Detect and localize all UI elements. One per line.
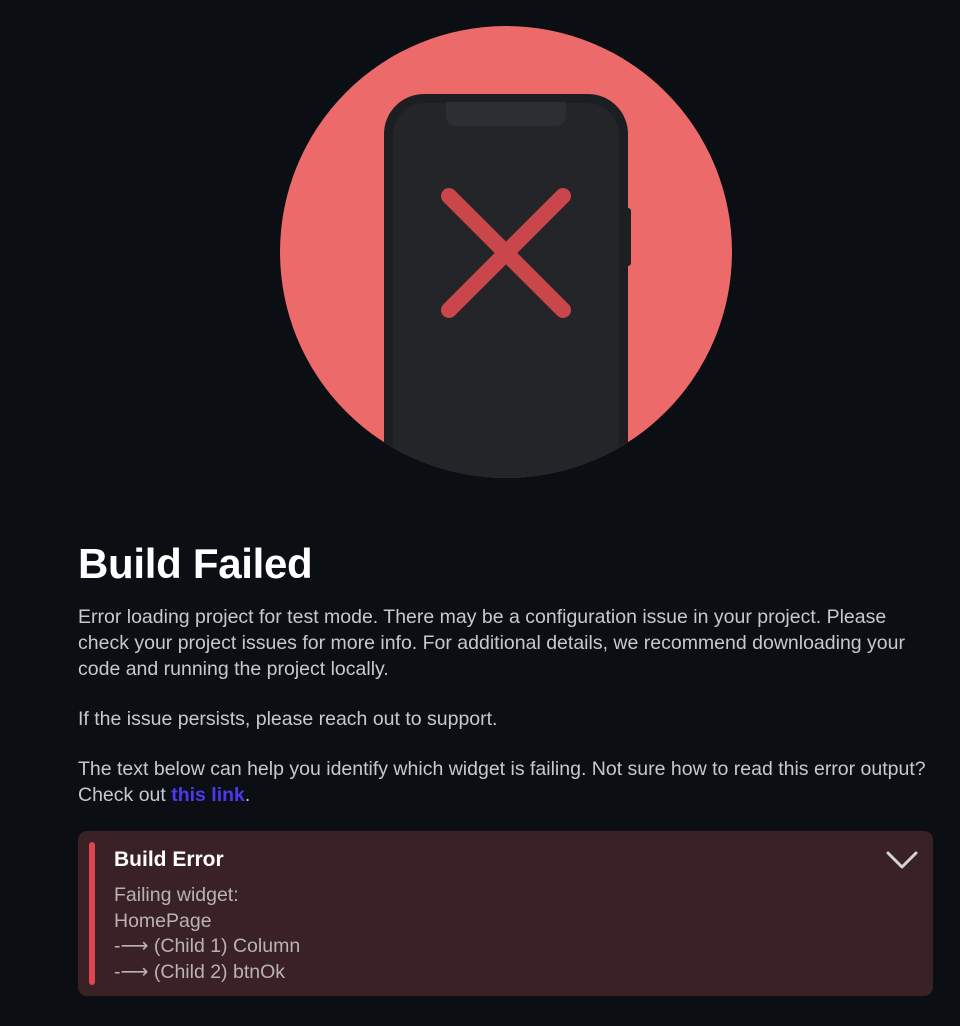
error-line: Failing widget:: [114, 884, 239, 906]
help-message-end: .: [244, 784, 251, 806]
error-description: Error loading project for test mode. The…: [78, 606, 905, 680]
phone-screen: [393, 103, 619, 478]
support-message: If the issue persists, please reach out …: [78, 708, 498, 730]
build-error-panel: Build Error Failing widget: HomePage -⟶ …: [78, 831, 933, 996]
phone-error-icon: [280, 26, 732, 478]
help-message: The text below can help you identify whi…: [78, 756, 934, 808]
error-line: -⟶ (Child 1) Column: [114, 935, 301, 957]
error-line: HomePage: [114, 909, 212, 932]
collapse-toggle-button[interactable]: [885, 849, 919, 871]
error-line: -⟶ (Child 2) btnOk: [114, 960, 285, 983]
build-error-title: Build Error: [114, 848, 224, 871]
error-accent-bar: [89, 842, 95, 985]
chevron-down-icon: [886, 851, 918, 869]
build-failed-illustration: [280, 26, 732, 478]
main-content: Build Failed Error loading project for t…: [78, 538, 934, 808]
error-details: Failing widget: HomePage -⟶ (Child 1) Co…: [114, 883, 300, 985]
phone-notch: [446, 102, 566, 126]
help-link[interactable]: this link: [171, 784, 245, 806]
page-title: Build Failed: [78, 540, 313, 587]
